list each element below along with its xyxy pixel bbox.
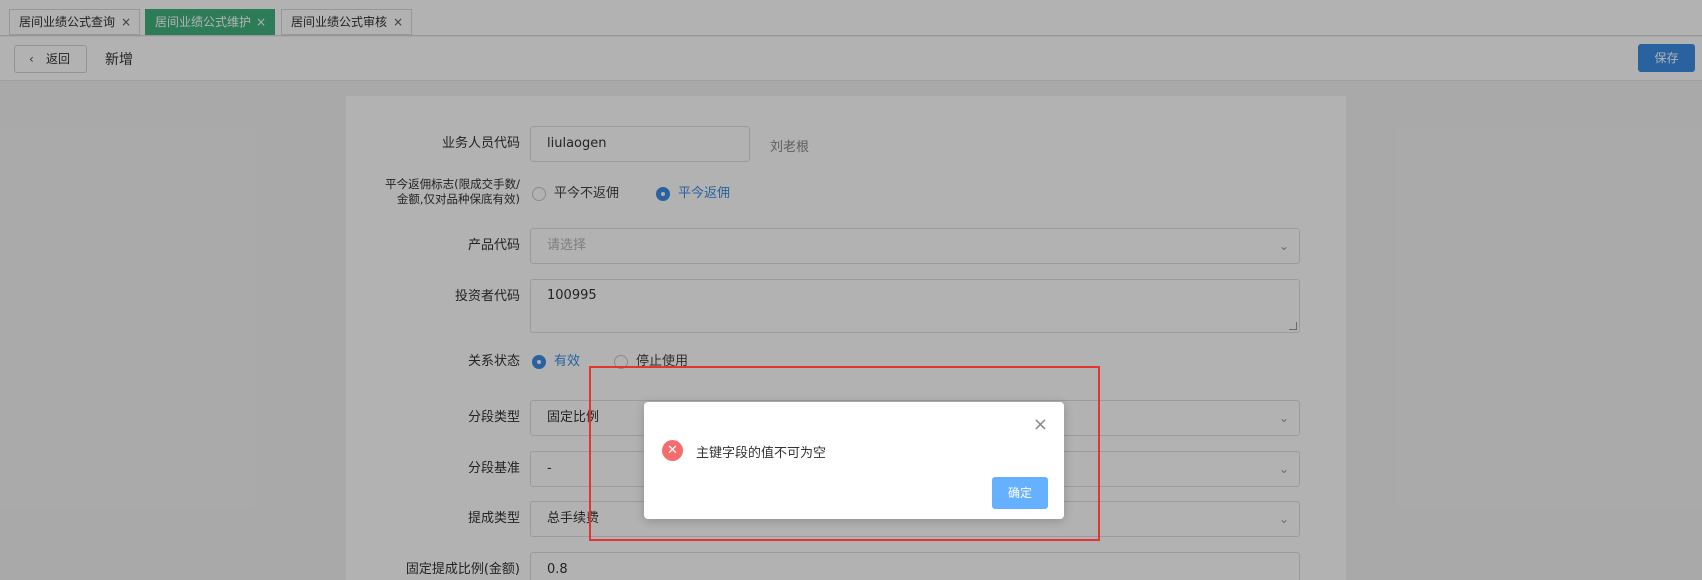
error-dialog: × ✕ 主键字段的值不可为空 确定 bbox=[644, 402, 1064, 519]
confirm-button[interactable]: 确定 bbox=[992, 477, 1048, 509]
dialog-message: 主键字段的值不可为空 bbox=[696, 446, 827, 461]
error-icon: ✕ bbox=[662, 440, 683, 461]
close-icon[interactable]: × bbox=[1033, 416, 1048, 434]
